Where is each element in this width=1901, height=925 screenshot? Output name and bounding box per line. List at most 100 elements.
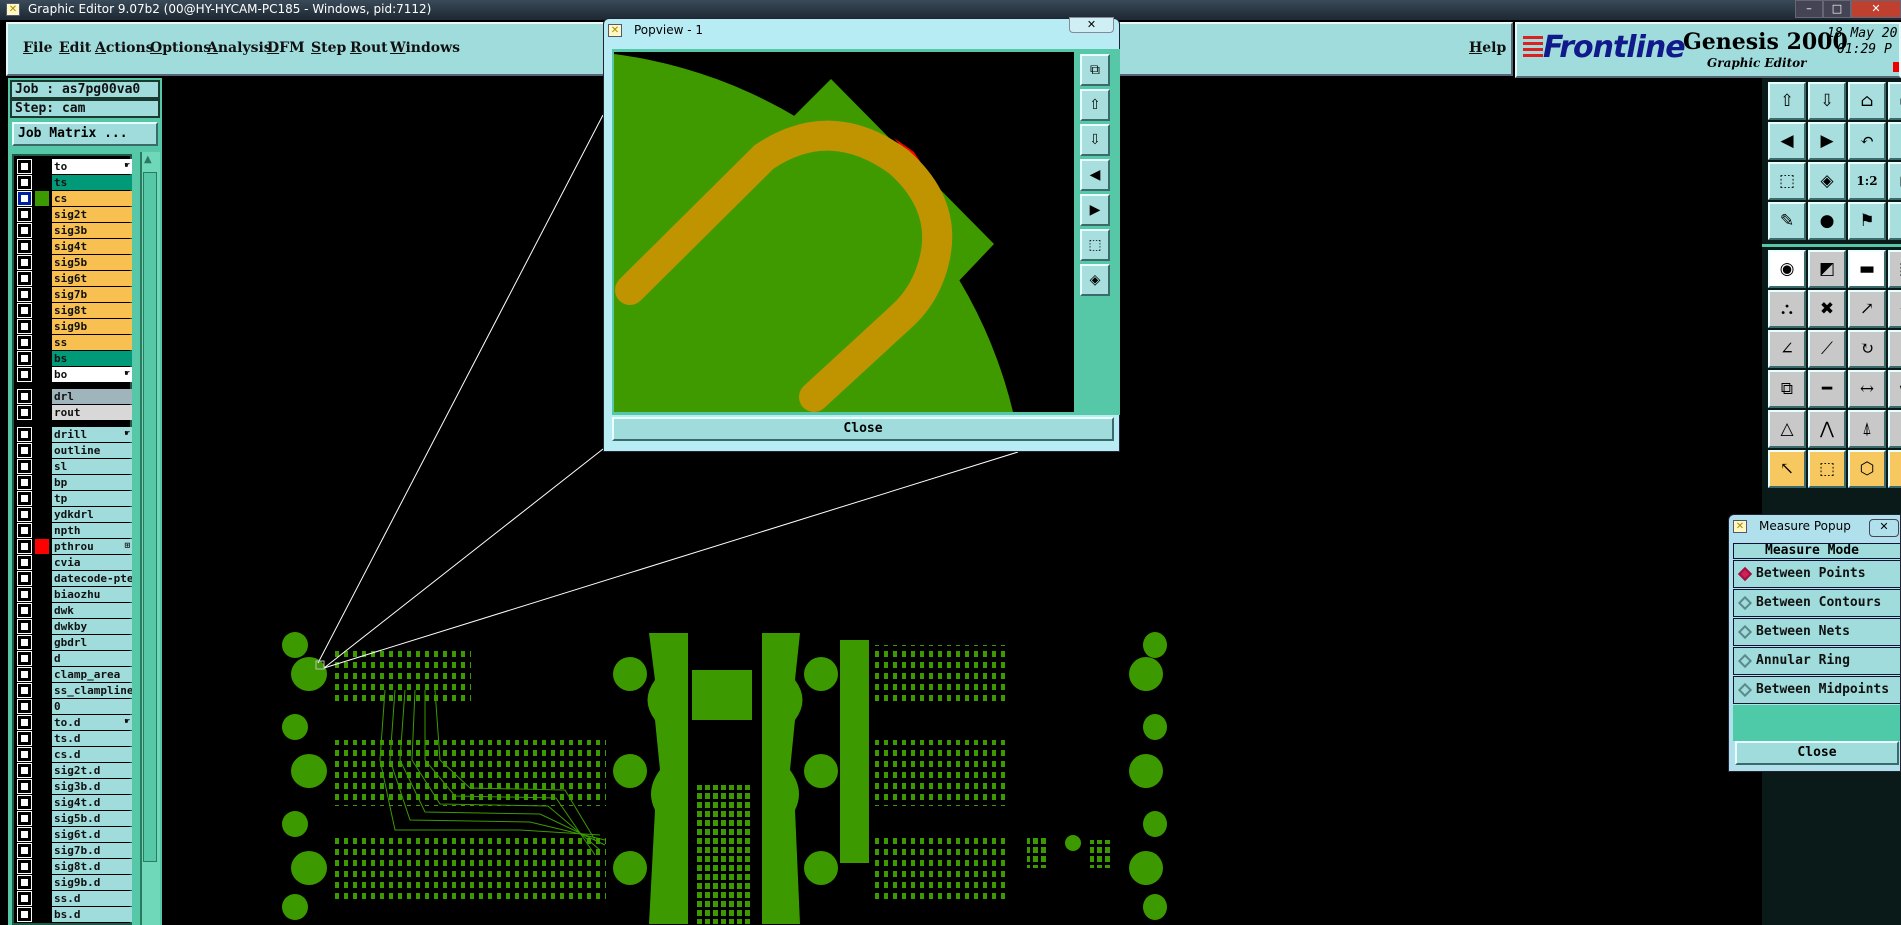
layer-color-swatch[interactable]	[35, 491, 49, 506]
layer-down-icon[interactable]: ⇩	[1808, 82, 1846, 120]
layer-checkbox[interactable]	[17, 651, 32, 666]
layer-row-sig9b.d[interactable]: sig9b.d	[16, 875, 132, 890]
layer-checkbox[interactable]	[17, 603, 32, 618]
delete-feature-icon[interactable]: ✖	[1808, 290, 1846, 328]
maximize-button[interactable]: □	[1823, 0, 1851, 18]
layer-color-swatch[interactable]	[35, 507, 49, 522]
layer-row-datecode-pte[interactable]: datecode-pte	[16, 571, 132, 586]
layer-checkbox[interactable]	[17, 287, 32, 302]
layer-color-swatch[interactable]	[35, 571, 49, 586]
layer-checkbox[interactable]	[17, 747, 32, 762]
layer-checkbox[interactable]	[17, 763, 32, 778]
layer-name[interactable]: bs	[52, 351, 132, 366]
layer-color-swatch[interactable]	[35, 319, 49, 334]
layer-row-sig5b[interactable]: sig5b	[16, 255, 132, 270]
net-select-icon[interactable]: ●	[1808, 202, 1846, 240]
radio-diamond-icon[interactable]	[1737, 566, 1753, 582]
zoom-box-icon[interactable]: ▢	[1888, 162, 1901, 200]
layer-name[interactable]: sig4t.d	[52, 795, 132, 810]
layer-color-swatch[interactable]	[35, 539, 49, 554]
layer-row-drill[interactable]: drill ☛	[16, 427, 132, 442]
layer-row-cs.d[interactable]: cs.d	[16, 747, 132, 762]
layer-name[interactable]: d	[52, 651, 132, 666]
layer-color-swatch[interactable]	[35, 335, 49, 350]
layer-color-swatch[interactable]	[35, 367, 49, 382]
layer-row-sig2t[interactable]: sig2t	[16, 207, 132, 222]
popview-pan-right-icon[interactable]: ▶	[1080, 194, 1110, 226]
layer-checkbox[interactable]	[17, 239, 32, 254]
layer-checkbox[interactable]	[17, 175, 32, 190]
layer-checkbox[interactable]	[17, 731, 32, 746]
layer-checkbox[interactable]	[17, 571, 32, 586]
angle-line-icon[interactable]: ∠	[1768, 330, 1806, 368]
zoom-center-icon[interactable]: ◈	[1808, 162, 1846, 200]
layer-checkbox[interactable]	[17, 859, 32, 874]
menu-dfm[interactable]: DFM	[267, 40, 305, 56]
layer-checkbox[interactable]	[17, 223, 32, 238]
job-matrix-button[interactable]: Job Matrix ...	[12, 122, 158, 146]
layer-row-bo[interactable]: bo ☛	[16, 367, 132, 382]
layer-color-swatch[interactable]	[35, 255, 49, 270]
layer-name[interactable]: cs.d	[52, 747, 132, 762]
net-tool-icon[interactable]: ⋮	[1888, 202, 1901, 240]
layer-color-swatch[interactable]	[35, 459, 49, 474]
layer-row-tp[interactable]: tp	[16, 491, 132, 506]
layer-name[interactable]: sig2t	[52, 207, 132, 222]
menu-rout[interactable]: Rout	[350, 40, 388, 56]
layer-row-sig6t.d[interactable]: sig6t.d	[16, 827, 132, 842]
layer-row-sl[interactable]: sl	[16, 459, 132, 474]
layer-name[interactable]: dwkby	[52, 619, 132, 634]
layer-color-swatch[interactable]	[35, 303, 49, 318]
layer-row-gbdrl[interactable]: gbdrl	[16, 635, 132, 650]
layer-color-swatch[interactable]	[35, 699, 49, 714]
layer-name[interactable]: sig8t.d	[52, 859, 132, 874]
features-select-icon[interactable]: ◉	[1768, 250, 1806, 288]
layer-color-swatch[interactable]	[35, 667, 49, 682]
layer-color-swatch[interactable]	[35, 239, 49, 254]
layer-up-icon[interactable]: ⇧	[1768, 82, 1806, 120]
layer-name[interactable]: ss_clampline	[52, 683, 132, 698]
layer-color-swatch[interactable]	[35, 271, 49, 286]
layer-color-swatch[interactable]	[35, 635, 49, 650]
menu-help[interactable]: Help	[1469, 40, 1506, 56]
layer-color-swatch[interactable]	[35, 907, 49, 922]
minimize-button[interactable]: –	[1795, 0, 1823, 18]
layer-name[interactable]: clamp_area	[52, 667, 132, 682]
layer-name[interactable]: ts	[52, 175, 132, 190]
layer-checkbox[interactable]	[17, 619, 32, 634]
diagonal-line-icon[interactable]: ⟋	[1808, 330, 1846, 368]
layer-row-sig4t[interactable]: sig4t	[16, 239, 132, 254]
layer-checkbox[interactable]	[17, 715, 32, 730]
layer-color-swatch[interactable]	[35, 731, 49, 746]
layer-checkbox[interactable]	[17, 699, 32, 714]
layer-name[interactable]: ts.d	[52, 731, 132, 746]
triangle-c-icon[interactable]: ⍋	[1848, 410, 1886, 448]
layer-name[interactable]: sig2t.d	[52, 763, 132, 778]
layer-checkbox[interactable]	[17, 491, 32, 506]
layer-color-swatch[interactable]	[35, 223, 49, 238]
radio-diamond-icon[interactable]	[1737, 595, 1753, 611]
dimension-icon[interactable]: ↔	[1848, 370, 1886, 408]
select-box-icon[interactable]: ⬚	[1808, 450, 1846, 488]
layer-row-cs[interactable]: cs	[16, 191, 132, 206]
layer-name[interactable]: to.d ☛	[52, 715, 132, 730]
layer-name[interactable]: dwk	[52, 603, 132, 618]
layer-name[interactable]: npth	[52, 523, 132, 538]
layer-name[interactable]: sig4t	[52, 239, 132, 254]
move-pad-icon[interactable]: ↗	[1848, 290, 1886, 328]
layer-checkbox[interactable]	[17, 779, 32, 794]
layer-color-swatch[interactable]	[35, 587, 49, 602]
layer-color-swatch[interactable]	[35, 207, 49, 222]
menu-options[interactable]: Options	[150, 40, 211, 56]
layer-checkbox[interactable]	[17, 443, 32, 458]
layer-name[interactable]: sig5b.d	[52, 811, 132, 826]
layer-checkbox[interactable]	[17, 907, 32, 922]
measure-option-between-nets[interactable]: Between Nets	[1733, 618, 1900, 646]
popview-canvas[interactable]	[614, 52, 1074, 412]
layer-color-swatch[interactable]	[35, 475, 49, 490]
layer-color-swatch[interactable]	[35, 891, 49, 906]
layer-checkbox[interactable]	[17, 405, 32, 420]
layer-color-swatch[interactable]	[35, 351, 49, 366]
measure-close-x-button[interactable]: ✕	[1869, 519, 1899, 537]
layer-row-bp[interactable]: bp	[16, 475, 132, 490]
